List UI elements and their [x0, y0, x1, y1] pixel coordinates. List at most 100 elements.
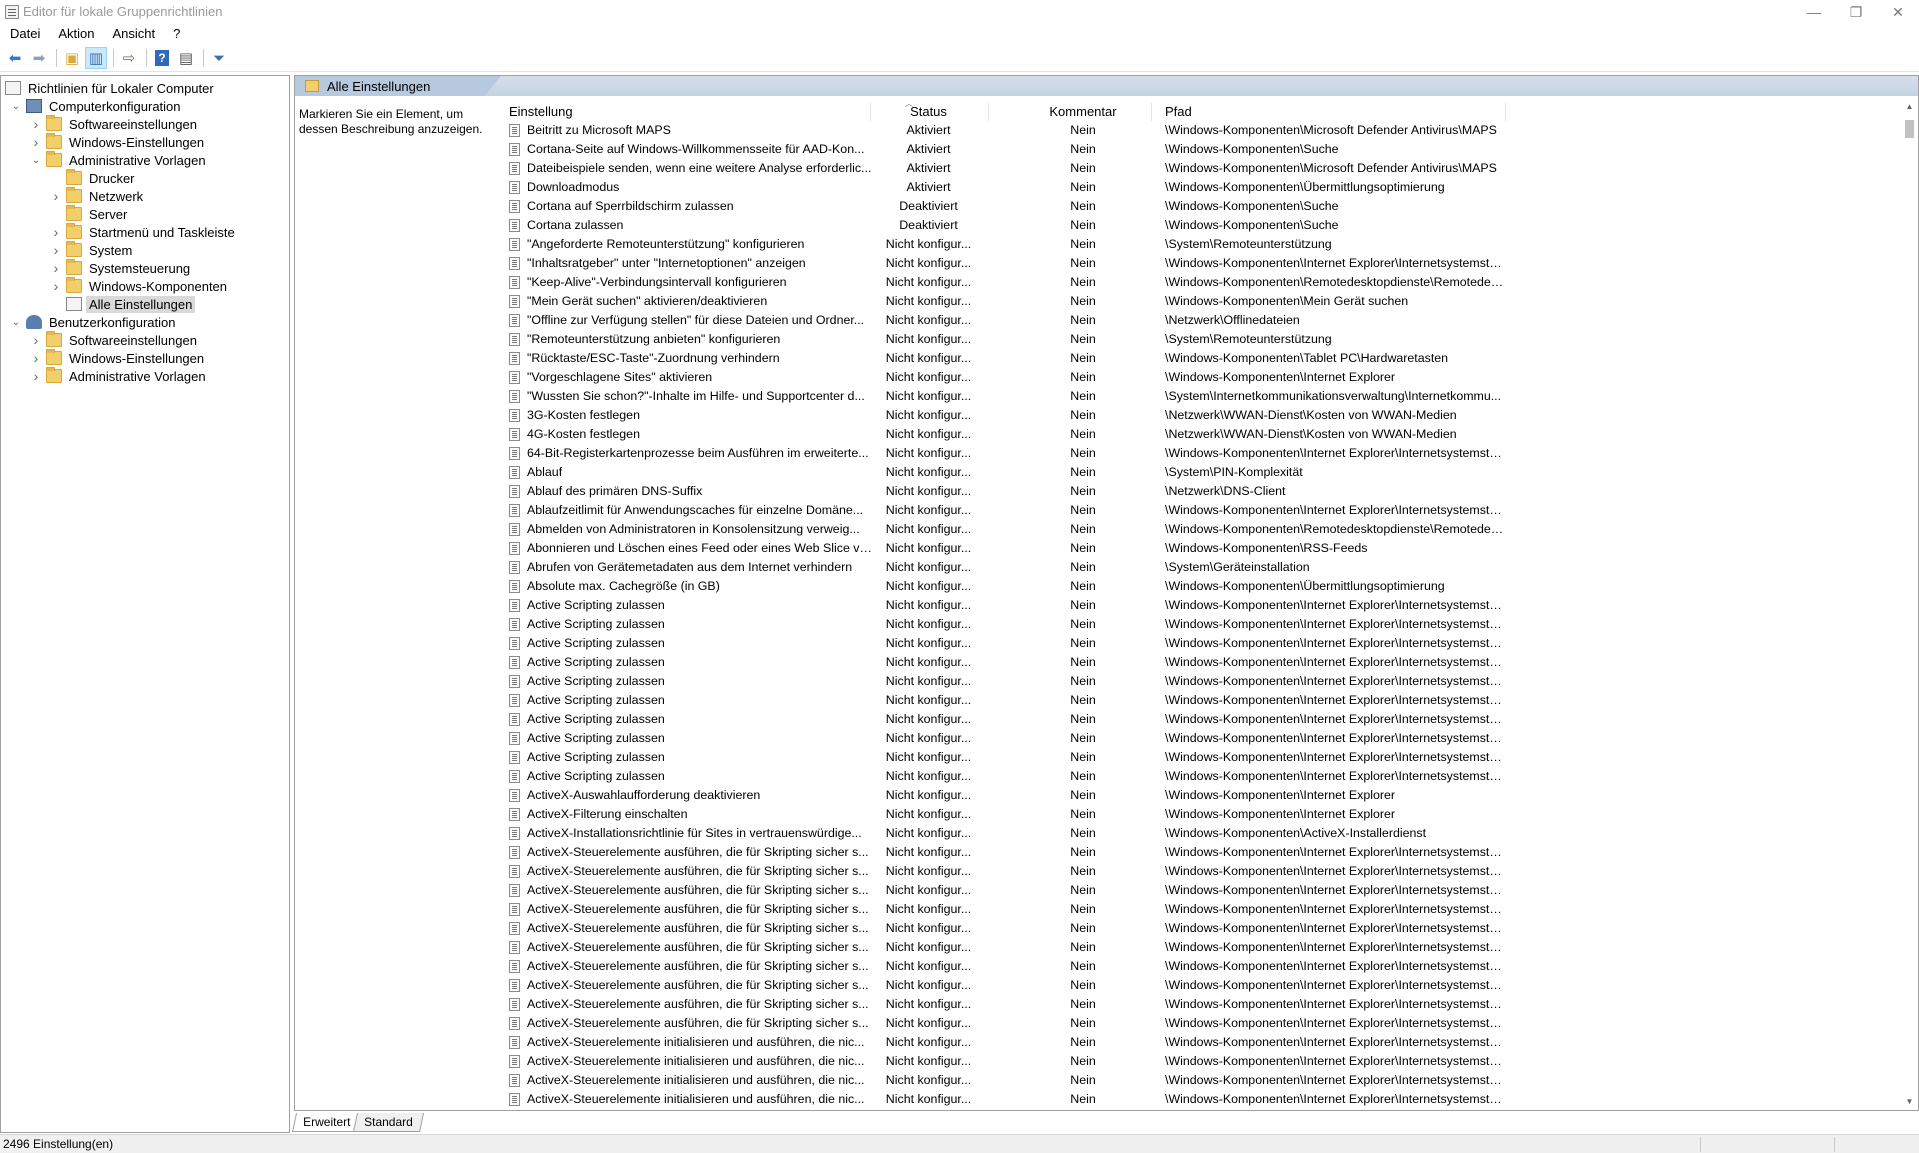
table-row[interactable]: ActiveX-Steuerelemente initialisieren un… [505, 1033, 1915, 1052]
chevron-down-icon[interactable]: ⌄ [9, 99, 23, 113]
tree-item[interactable]: ⌄ Administrative Vorlagen [29, 151, 209, 169]
table-row[interactable]: "Inhaltsratgeber" unter "Internetoptione… [505, 254, 1915, 273]
table-row[interactable]: "Offline zur Verfügung stellen" für dies… [505, 311, 1915, 330]
column-header-status[interactable]: Status [869, 103, 988, 121]
table-row[interactable]: "Angeforderte Remoteunterstützung" konfi… [505, 235, 1915, 254]
table-row[interactable]: 64-Bit-Registerkartenprozesse beim Ausfü… [505, 444, 1915, 463]
table-row[interactable]: ActiveX-Steuerelemente ausführen, die fü… [505, 976, 1915, 995]
table-row[interactable]: ActiveX-Steuerelemente ausführen, die fü… [505, 938, 1915, 957]
table-row[interactable]: ActiveX-Steuerelemente ausführen, die fü… [505, 957, 1915, 976]
table-row[interactable]: "Rücktaste/ESC-Taste"-Zuordnung verhinde… [505, 349, 1915, 368]
chevron-right-icon[interactable]: › [29, 134, 43, 150]
tree-item[interactable]: ⌄ Computerkonfiguration [9, 97, 184, 115]
tree-item[interactable]: ⌄ Benutzerkonfiguration [9, 313, 178, 331]
table-row[interactable]: "Remoteunterstützung anbieten" konfiguri… [505, 330, 1915, 349]
chevron-right-icon[interactable]: › [49, 278, 63, 294]
table-row[interactable]: ActiveX-Steuerelemente ausführen, die fü… [505, 862, 1915, 881]
column-header-path[interactable]: Pfad [1165, 103, 1192, 121]
table-row[interactable]: Active Scripting zulassen Nicht konfigur.… [505, 596, 1915, 615]
show-hide-tree-icon[interactable]: ▥ [85, 47, 107, 69]
tab-standard[interactable]: Standard [353, 1113, 425, 1132]
table-row[interactable]: Cortana zulassen Deaktiviert Nein \Windows-… [505, 216, 1915, 235]
tree-item[interactable]: Alle Einstellungen [49, 295, 196, 313]
tree-item[interactable]: › Netzwerk [49, 187, 146, 205]
chevron-right-icon[interactable]: › [29, 350, 43, 366]
table-row[interactable]: ActiveX-Steuerelemente ausführen, die fü… [505, 919, 1915, 938]
table-row[interactable]: Active Scripting zulassen Nicht konfigur.… [505, 634, 1915, 653]
tree-item[interactable]: Server [49, 205, 130, 223]
table-row[interactable]: Cortana auf Sperrbildschirm zulassen Deak… [505, 197, 1915, 216]
table-row[interactable]: Active Scripting zulassen Nicht konfigur.… [505, 653, 1915, 672]
menu-help[interactable]: ? [163, 24, 188, 44]
tree-item[interactable]: › Softwareeinstellungen [29, 331, 200, 349]
chevron-right-icon[interactable]: › [49, 242, 63, 258]
table-row[interactable]: Abrufen von Gerätemetadaten aus dem Inte… [505, 558, 1915, 577]
table-row[interactable]: ActiveX-Steuerelemente ausführen, die fü… [505, 1014, 1915, 1033]
help-icon[interactable]: ? [151, 47, 173, 69]
table-row[interactable]: Active Scripting zulassen Nicht konfigur.… [505, 748, 1915, 767]
maximize-button[interactable]: ❐ [1835, 0, 1877, 24]
table-row[interactable]: Cortana-Seite auf Windows-Willkommenssei… [505, 140, 1915, 159]
table-row[interactable]: ActiveX-Steuerelemente ausführen, die fü… [505, 881, 1915, 900]
tree-item[interactable]: › Administrative Vorlagen [29, 367, 209, 385]
forward-icon[interactable]: ➡ [28, 47, 50, 69]
table-row[interactable]: ActiveX-Steuerelemente initialisieren un… [505, 1052, 1915, 1071]
table-row[interactable]: ActiveX-Steuerelemente ausführen, die fü… [505, 843, 1915, 862]
table-row[interactable]: ActiveX-Auswahlaufforderung deaktivieren… [505, 786, 1915, 805]
tree-item[interactable]: › Windows-Komponenten [49, 277, 230, 295]
table-row[interactable]: Absolute max. Cachegröße (in GB) Nicht ko… [505, 577, 1915, 596]
table-row[interactable]: Downloadmodus Aktiviert Nein \Windows-Kompo… [505, 178, 1915, 197]
table-row[interactable]: ActiveX-Steuerelemente ausführen, die fü… [505, 995, 1915, 1014]
table-row[interactable]: Active Scripting zulassen Nicht konfigur.… [505, 615, 1915, 634]
table-row[interactable]: ActiveX-Steuerelemente initialisieren un… [505, 1090, 1915, 1109]
table-row[interactable]: Abmelden von Administratoren in Konsolen… [505, 520, 1915, 539]
chevron-down-icon[interactable]: ⌄ [29, 153, 43, 167]
scroll-up-icon[interactable]: ▲ [1901, 98, 1918, 115]
tree-item[interactable]: › Windows-Einstellungen [29, 133, 207, 151]
table-row[interactable]: Active Scripting zulassen Nicht konfigur.… [505, 672, 1915, 691]
table-row[interactable]: Active Scripting zulassen Nicht konfigur.… [505, 729, 1915, 748]
tree-item[interactable]: Drucker [49, 169, 138, 187]
tab-erweitert[interactable]: Erweitert [291, 1113, 362, 1132]
menu-datei[interactable]: Datei [0, 24, 48, 44]
table-row[interactable]: "Mein Gerät suchen" aktivieren/deaktivie… [505, 292, 1915, 311]
column-separator[interactable] [988, 103, 989, 121]
up-folder-icon[interactable]: ▣ [61, 47, 83, 69]
tree-item[interactable]: › Startmenü und Taskleiste [49, 223, 238, 241]
chevron-right-icon[interactable]: › [29, 332, 43, 348]
table-row[interactable]: ActiveX-Installationsrichtlinie für Site… [505, 824, 1915, 843]
table-row[interactable]: "Keep-Alive"-Verbindungsintervall konfig… [505, 273, 1915, 292]
table-row[interactable]: ActiveX-Filterung einschalten Nicht konfi… [505, 805, 1915, 824]
chevron-right-icon[interactable]: › [49, 260, 63, 276]
table-row[interactable]: Ablaufzeitlimit für Anwendungscaches für… [505, 501, 1915, 520]
vertical-scrollbar[interactable]: ▲ ▼ [1901, 96, 1918, 1110]
column-separator[interactable] [1505, 103, 1506, 121]
chevron-down-icon[interactable]: ⌄ [9, 315, 23, 329]
menu-ansicht[interactable]: Ansicht [103, 24, 164, 44]
table-row[interactable]: "Vorgeschlagene Sites" aktivieren Nicht k… [505, 368, 1915, 387]
table-row[interactable]: 4G-Kosten festlegen Nicht konfigur... Nein… [505, 425, 1915, 444]
table-row[interactable]: Ablauf Nicht konfigur... Nein \System\PIN-K… [505, 463, 1915, 482]
table-row[interactable]: Active Scripting zulassen Nicht konfigur.… [505, 710, 1915, 729]
table-row[interactable]: Beitritt zu Microsoft MAPS Aktiviert Nein \… [505, 121, 1915, 140]
column-header-setting[interactable]: Einstellung [509, 103, 573, 121]
column-header-comment[interactable]: Kommentar [998, 103, 1168, 121]
table-row[interactable]: 3G-Kosten festlegen Nicht konfigur... Nein… [505, 406, 1915, 425]
table-row[interactable]: Active Scripting zulassen Nicht konfigur.… [505, 767, 1915, 786]
table-row[interactable]: Active Scripting zulassen Nicht konfigur.… [505, 691, 1915, 710]
properties-icon[interactable]: ▤ [175, 47, 197, 69]
tree-item[interactable]: › Windows-Einstellungen [29, 349, 207, 367]
tree-item[interactable]: › System [49, 241, 135, 259]
table-row[interactable]: Abonnieren und Löschen eines Feed oder e… [505, 539, 1915, 558]
table-row[interactable]: Ablauf des primären DNS-Suffix Nicht konf… [505, 482, 1915, 501]
chevron-right-icon[interactable]: › [29, 116, 43, 132]
chevron-right-icon[interactable]: › [49, 188, 63, 204]
tree-item[interactable]: › Softwareeinstellungen [29, 115, 200, 133]
column-separator[interactable] [1151, 103, 1152, 121]
menu-aktion[interactable]: Aktion [48, 24, 102, 44]
minimize-button[interactable]: — [1793, 0, 1835, 24]
table-row[interactable]: Dateibeispiele senden, wenn eine weitere… [505, 159, 1915, 178]
scroll-down-icon[interactable]: ▼ [1901, 1093, 1918, 1110]
close-button[interactable]: ✕ [1877, 0, 1919, 24]
chevron-right-icon[interactable]: › [29, 368, 43, 384]
